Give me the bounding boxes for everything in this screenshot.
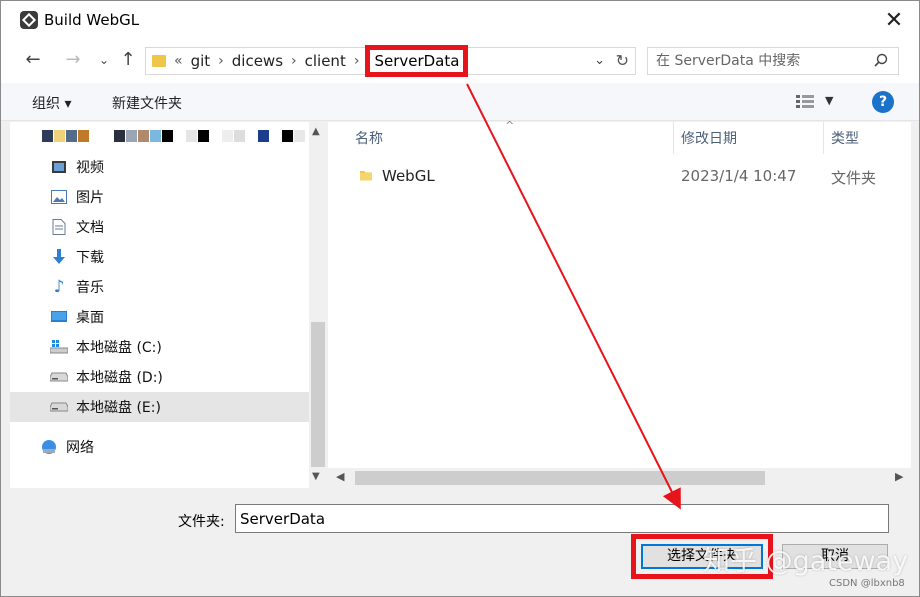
file-name: WebGL bbox=[382, 167, 435, 185]
back-arrow-icon[interactable]: ← bbox=[22, 49, 44, 70]
new-folder-button[interactable]: 新建文件夹 bbox=[112, 93, 182, 113]
navigation-pane: 视频图片文档下载 ♪ 音乐桌面本地磁盘 (C:) 本地磁盘 (D:) 本地磁盘 (E:)… bbox=[10, 122, 309, 488]
folder-field-label: 文件夹: bbox=[178, 514, 225, 530]
sidebar-item[interactable]: 桌面 bbox=[10, 302, 309, 332]
column-header-date[interactable]: 修改日期 bbox=[681, 122, 737, 154]
music-icon: ♪ bbox=[53, 277, 65, 297]
sidebar-item[interactable]: ♪ 音乐 bbox=[10, 272, 309, 302]
sidebar-item[interactable]: 本地磁盘 (E:) bbox=[10, 392, 309, 422]
video-icon bbox=[50, 159, 68, 175]
command-bar: 组织 ▾ 新建文件夹 ▼ ? bbox=[1, 83, 919, 121]
sidebar-item[interactable]: 图片 bbox=[10, 182, 309, 212]
sidebar-item[interactable]: 网络 bbox=[10, 432, 309, 462]
pixelated-quick-access-items bbox=[42, 130, 309, 142]
column-header-type[interactable]: 类型 bbox=[831, 122, 859, 154]
chevron-right-icon[interactable]: › bbox=[218, 53, 224, 69]
nav-vertical-scrollbar[interactable]: ▲ ▼ bbox=[309, 122, 327, 488]
sidebar-item[interactable]: 本地磁盘 (D:) bbox=[10, 362, 309, 392]
breadcrumb-current[interactable]: ServerData bbox=[365, 45, 469, 77]
scroll-up-arrow-icon[interactable]: ▲ bbox=[312, 126, 320, 137]
folder-name-input[interactable] bbox=[235, 504, 889, 533]
document-icon bbox=[50, 219, 68, 235]
sidebar-item-label: 桌面 bbox=[76, 310, 104, 326]
sidebar-item[interactable]: 本地磁盘 (C:) bbox=[10, 332, 309, 362]
column-divider[interactable] bbox=[673, 122, 674, 154]
address-row: ← → ⌄ ↑ « git › dicews › client › Server… bbox=[1, 39, 919, 83]
sidebar-item-label: 下载 bbox=[76, 250, 104, 266]
view-options-icon[interactable] bbox=[796, 95, 814, 109]
search-input[interactable] bbox=[656, 53, 866, 69]
desktop-icon bbox=[50, 309, 68, 325]
recent-locations-chevron-icon[interactable]: ⌄ bbox=[93, 53, 115, 67]
breadcrumb-overflow[interactable]: « bbox=[174, 53, 183, 69]
column-header-name[interactable]: 名称 bbox=[355, 122, 383, 154]
download-icon bbox=[50, 249, 68, 265]
sidebar-item[interactable]: 视频 bbox=[10, 152, 309, 182]
build-webgl-dialog: Build WebGL ✕ ← → ⌄ ↑ « git › dicews › c… bbox=[0, 0, 920, 597]
sidebar-item-label: 本地磁盘 (E:) bbox=[76, 400, 161, 416]
chevron-right-icon[interactable]: › bbox=[291, 53, 297, 69]
sidebar-item-label: 文档 bbox=[76, 220, 104, 236]
breadcrumb-client[interactable]: client bbox=[305, 52, 346, 70]
sort-caret-icon: ^ bbox=[505, 119, 515, 132]
scroll-left-arrow-icon[interactable]: ◀ bbox=[336, 470, 344, 483]
file-date: 2023/1/4 10:47 bbox=[681, 167, 797, 185]
chevron-down-icon[interactable]: ⌄ bbox=[594, 53, 605, 68]
sidebar-item-label: 本地磁盘 (D:) bbox=[76, 370, 163, 386]
nav-scroll-thumb[interactable] bbox=[311, 322, 325, 467]
sidebar-item-label: 视频 bbox=[76, 160, 104, 176]
table-row[interactable]: WebGL 2023/1/4 10:47 文件夹 bbox=[328, 162, 911, 190]
watermark: 知乎 @gateway bbox=[703, 546, 909, 577]
scroll-down-arrow-icon[interactable]: ▼ bbox=[312, 471, 320, 482]
breadcrumb-dicews[interactable]: dicews bbox=[232, 52, 283, 70]
drive-c-icon bbox=[50, 339, 68, 355]
drive-icon bbox=[50, 369, 68, 385]
address-bar[interactable]: « git › dicews › client › ServerData ⌄ ↻ bbox=[145, 45, 636, 77]
scroll-right-arrow-icon[interactable]: ▶ bbox=[895, 470, 903, 483]
title-bar: Build WebGL ✕ bbox=[1, 1, 919, 39]
view-dropdown-caret-icon[interactable]: ▼ bbox=[825, 94, 833, 107]
sidebar-item[interactable]: 下载 bbox=[10, 242, 309, 272]
watermark-sub: CSDN @lbxnb8 bbox=[829, 578, 905, 589]
window-title: Build WebGL bbox=[44, 11, 140, 29]
close-button[interactable]: ✕ bbox=[879, 7, 909, 33]
file-type: 文件夹 bbox=[831, 169, 877, 187]
sidebar-item[interactable]: 文档 bbox=[10, 212, 309, 242]
file-horizontal-scrollbar[interactable]: ◀ ▶ bbox=[328, 468, 911, 488]
chevron-right-icon[interactable]: › bbox=[354, 53, 360, 69]
folder-icon bbox=[152, 55, 166, 67]
sidebar-item-label: 图片 bbox=[76, 190, 104, 206]
breadcrumb-git[interactable]: git bbox=[191, 52, 211, 70]
sidebar-item-label: 本地磁盘 (C:) bbox=[76, 340, 162, 356]
sidebar-item-label: 音乐 bbox=[76, 280, 104, 296]
search-box[interactable] bbox=[647, 47, 899, 75]
sidebar-item-label: 网络 bbox=[66, 440, 94, 456]
refresh-icon[interactable]: ↻ bbox=[616, 51, 629, 70]
file-list: ^ 名称 修改日期 类型 WebGL 2023/1/4 10:47 文件夹 bbox=[328, 119, 911, 488]
up-arrow-icon[interactable]: ↑ bbox=[117, 49, 139, 70]
organize-button[interactable]: 组织 ▾ bbox=[32, 93, 71, 113]
network-icon bbox=[40, 439, 58, 455]
search-icon[interactable] bbox=[874, 53, 888, 67]
unity-icon bbox=[20, 11, 38, 29]
folder-icon bbox=[360, 171, 372, 181]
help-button[interactable]: ? bbox=[872, 91, 894, 113]
forward-arrow-icon[interactable]: → bbox=[62, 49, 84, 70]
picture-icon bbox=[50, 189, 68, 205]
column-divider[interactable] bbox=[823, 122, 824, 154]
drive-icon bbox=[50, 399, 68, 415]
file-scroll-thumb[interactable] bbox=[355, 471, 765, 485]
